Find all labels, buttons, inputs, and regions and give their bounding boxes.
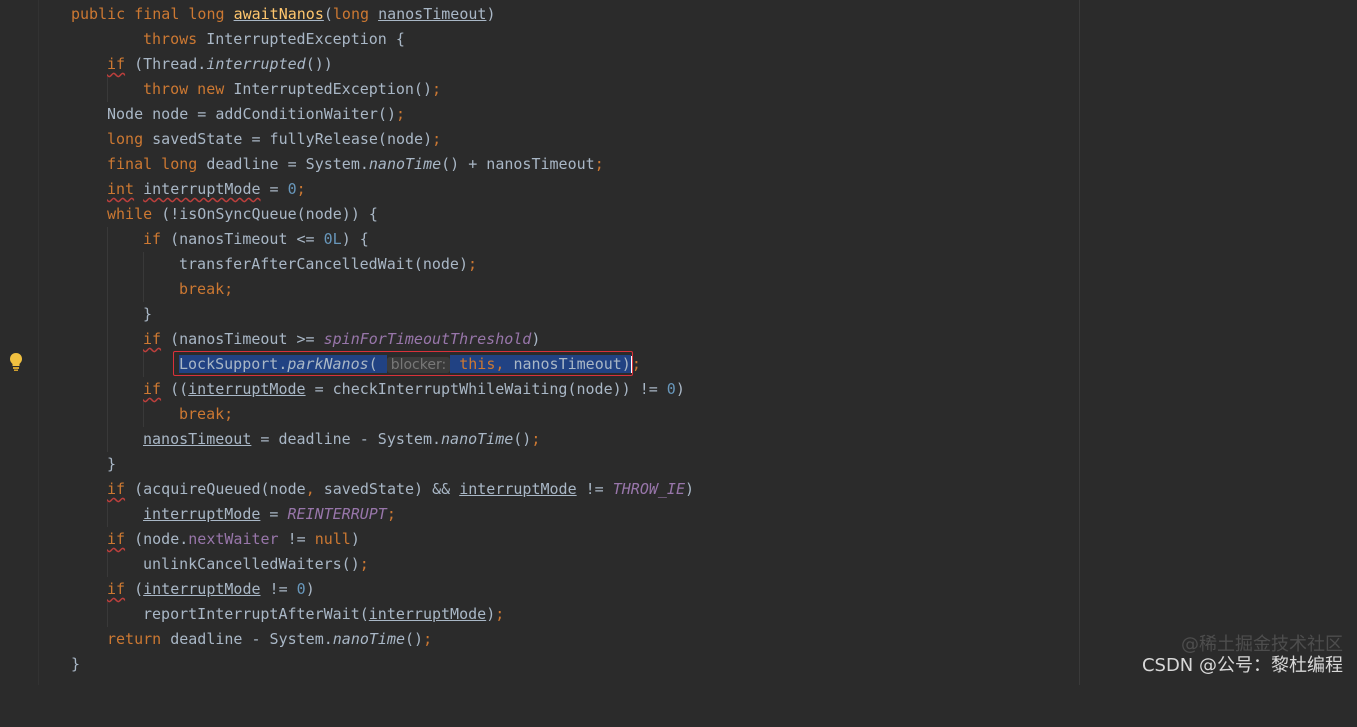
code-line-12: break;	[0, 277, 1357, 302]
code-line-5: Node node = addConditionWaiter();	[107, 105, 406, 123]
code-line-19: }	[107, 455, 117, 473]
code-line-3: if (Thread.interrupted())	[107, 55, 333, 73]
code-line-2: throws InterruptedException {	[143, 30, 405, 48]
code-line-8: int interruptMode = 0;	[107, 180, 306, 198]
code-line-4: throw new InterruptedException();	[0, 77, 1357, 102]
code-line-23: unlinkCancelledWaiters();	[0, 552, 1357, 577]
code-line-22: if (node.nextWaiter != null)	[107, 530, 360, 548]
line-text: public final long awaitNanos(long nanosT…	[71, 5, 496, 23]
code-line-13: }	[0, 302, 1357, 327]
code-line-24: if (interruptMode != 0)	[107, 580, 315, 598]
code-editor[interactable]: public final long awaitNanos(long nanosT…	[0, 2, 1357, 677]
code-line-1: public final long awaitNanos(long nanosT…	[0, 2, 1357, 27]
watermark-line-1: @稀土掘金技术社区	[1181, 634, 1343, 655]
code-line-11: transferAfterCancelledWait(node);	[0, 252, 1357, 277]
code-line-6: long savedState = fullyRelease(node);	[107, 130, 442, 148]
highlight-box	[173, 351, 633, 376]
code-line-18: nanosTimeout = deadline - System.nanoTim…	[0, 427, 1357, 452]
code-line-16: if ((interruptMode = checkInterruptWhile…	[0, 377, 1357, 402]
code-line-21: interruptMode = REINTERRUPT;	[0, 502, 1357, 527]
code-line-9: while (!isOnSyncQueue(node)) {	[107, 205, 378, 223]
code-line-25: reportInterruptAfterWait(interruptMode);	[0, 602, 1357, 627]
watermark: @稀土掘金技术社区 CSDN @公号：黎杜编程	[1142, 635, 1343, 677]
code-line-17: break;	[0, 402, 1357, 427]
code-line-10: if (nanosTimeout <= 0L) {	[0, 227, 1357, 252]
code-line-7: final long deadline = System.nanoTime() …	[107, 155, 604, 173]
watermark-line-2: CSDN @公号：黎杜编程	[1141, 655, 1343, 676]
code-line-20: if (acquireQueued(node, savedState) && i…	[107, 480, 695, 498]
code-line-14: if (nanosTimeout >= spinForTimeoutThresh…	[0, 327, 1357, 352]
